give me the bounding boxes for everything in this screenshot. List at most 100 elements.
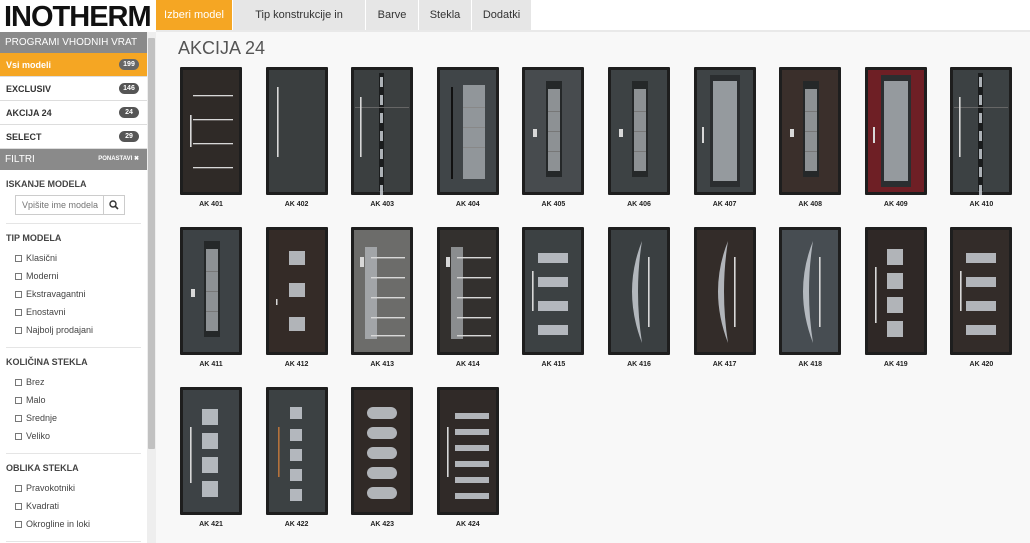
filter-group-title: OBLIKA STEKLA xyxy=(6,463,79,473)
door-image[interactable] xyxy=(265,227,328,355)
sidebar-scrollbar[interactable] xyxy=(147,32,156,543)
door-model-card[interactable]: AK 415 xyxy=(522,227,602,379)
door-model-label: AK 402 xyxy=(284,201,309,208)
door-image[interactable] xyxy=(864,67,927,195)
filter-option[interactable]: Pravokotniki xyxy=(0,479,147,497)
door-model-card[interactable]: AK 412 xyxy=(265,227,346,379)
door-model-card[interactable]: AK 409 xyxy=(864,67,945,219)
filter-option[interactable]: Enostavni xyxy=(0,303,147,321)
door-model-label: AK 410 xyxy=(969,201,994,208)
filter-option[interactable]: Malo xyxy=(0,391,147,409)
door-image[interactable] xyxy=(436,387,499,515)
reset-filters-button[interactable]: PONASTAVI ✖ xyxy=(98,149,139,170)
tab-barve[interactable]: Barve xyxy=(366,0,419,30)
door-model-label: AK 417 xyxy=(712,361,737,368)
tab-dodatki[interactable]: Dodatki xyxy=(472,0,532,30)
door-image[interactable] xyxy=(436,67,499,195)
filter-option[interactable]: Brez xyxy=(0,373,147,391)
door-image[interactable] xyxy=(608,67,670,195)
inotherm-logo[interactable]: INOTHERM xyxy=(4,2,152,32)
filter-group-title: TIP MODELA xyxy=(6,233,62,243)
tab-stekla[interactable]: Stekla xyxy=(419,0,472,30)
door-image[interactable] xyxy=(265,67,328,195)
program-item[interactable]: EXCLUSIV 146 xyxy=(0,77,147,101)
door-model-card[interactable]: AK 423 xyxy=(351,387,431,539)
door-model-card[interactable]: AK 416 xyxy=(608,227,688,379)
checkbox[interactable] xyxy=(15,502,22,510)
door-image[interactable] xyxy=(180,387,242,515)
door-image[interactable] xyxy=(351,67,414,195)
door-image[interactable] xyxy=(779,67,842,195)
door-image[interactable] xyxy=(693,227,756,355)
door-model-label: AK 408 xyxy=(798,201,823,208)
tab-izberi[interactable]: Izberi model xyxy=(156,0,233,30)
checkbox[interactable] xyxy=(15,396,22,404)
door-image[interactable] xyxy=(864,227,927,355)
filter-option[interactable]: Srednje xyxy=(0,409,147,427)
door-model-card[interactable]: AK 401 xyxy=(180,67,260,219)
door-model-card[interactable]: AK 404 xyxy=(436,67,517,219)
checkbox[interactable] xyxy=(15,290,22,298)
door-image[interactable] xyxy=(180,227,242,355)
door-model-card[interactable]: AK 411 xyxy=(180,227,260,379)
tab-tip[interactable]: Tip konstrukcije in dimenzije xyxy=(233,0,366,51)
door-image[interactable] xyxy=(950,67,1013,195)
door-image[interactable] xyxy=(522,227,585,355)
checkbox[interactable] xyxy=(15,326,22,334)
program-item[interactable]: SELECT 29 xyxy=(0,125,147,149)
model-search-input[interactable] xyxy=(15,195,104,215)
filter-option[interactable]: Veliko xyxy=(0,427,147,445)
door-image[interactable] xyxy=(351,227,414,355)
door-model-card[interactable]: AK 417 xyxy=(693,227,774,379)
door-model-card[interactable]: AK 424 xyxy=(436,387,517,539)
filter-option[interactable]: Moderni xyxy=(0,267,147,285)
door-image[interactable] xyxy=(351,387,414,515)
door-model-label: AK 401 xyxy=(199,201,223,208)
filter-option[interactable]: Klasični xyxy=(0,249,147,267)
door-model-card[interactable]: AK 405 xyxy=(522,67,602,219)
door-model-label: AK 404 xyxy=(455,201,480,208)
program-item[interactable]: AKCIJA 24 24 xyxy=(0,101,147,125)
door-model-card[interactable]: AK 403 xyxy=(351,67,431,219)
door-image[interactable] xyxy=(608,227,670,355)
checkbox[interactable] xyxy=(15,484,22,492)
door-model-card[interactable]: AK 419 xyxy=(864,227,945,379)
filter-option[interactable]: Okrogline in loki xyxy=(0,515,147,533)
door-model-card[interactable]: AK 422 xyxy=(265,387,346,539)
checkbox[interactable] xyxy=(15,272,22,280)
door-model-card[interactable]: AK 421 xyxy=(180,387,260,539)
search-button[interactable] xyxy=(104,195,125,215)
door-image[interactable] xyxy=(522,67,585,195)
door-model-card[interactable]: AK 408 xyxy=(779,67,859,219)
sidebar-scrollbar-thumb[interactable] xyxy=(148,38,155,449)
checkbox[interactable] xyxy=(15,254,22,262)
door-model-label: AK 419 xyxy=(883,361,908,368)
door-model-card[interactable]: AK 406 xyxy=(608,67,688,219)
door-image[interactable] xyxy=(950,227,1013,355)
filter-option[interactable]: Kvadrati xyxy=(0,497,147,515)
door-model-label: AK 409 xyxy=(883,201,908,208)
door-image[interactable] xyxy=(779,227,842,355)
filter-option[interactable]: Ekstravagantni xyxy=(0,285,147,303)
door-model-card[interactable]: AK 418 xyxy=(779,227,859,379)
door-model-card[interactable]: AK 420 xyxy=(950,227,1030,379)
door-model-card[interactable]: AK 414 xyxy=(436,227,517,379)
door-model-card[interactable]: AK 402 xyxy=(265,67,346,219)
checkbox[interactable] xyxy=(15,432,22,440)
checkbox[interactable] xyxy=(15,520,22,528)
door-image[interactable] xyxy=(265,387,328,515)
door-model-card[interactable]: AK 413 xyxy=(351,227,431,379)
checkbox[interactable] xyxy=(15,414,22,422)
door-image[interactable] xyxy=(436,227,499,355)
filter-option-label: Ekstravagantni xyxy=(26,289,86,299)
door-model-card[interactable]: AK 410 xyxy=(950,67,1030,219)
door-model-label: AK 413 xyxy=(370,361,395,368)
door-image[interactable] xyxy=(693,67,756,195)
filter-option[interactable]: Najbolj prodajani xyxy=(0,321,147,339)
program-item[interactable]: Vsi modeli 199 xyxy=(0,53,147,77)
checkbox[interactable] xyxy=(15,308,22,316)
door-model-card[interactable]: AK 407 xyxy=(693,67,774,219)
page-title: AKCIJA 24 xyxy=(178,38,266,58)
door-image[interactable] xyxy=(180,67,242,195)
checkbox[interactable] xyxy=(15,378,22,386)
